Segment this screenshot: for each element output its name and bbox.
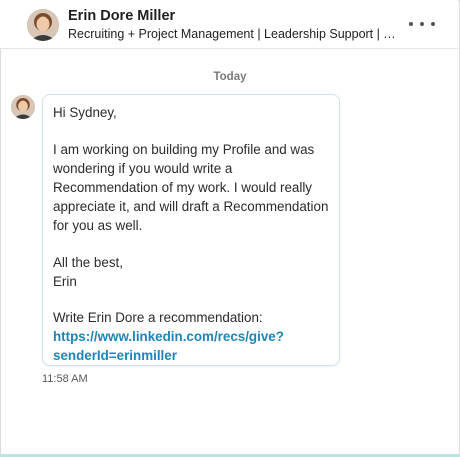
message-signoff: All the best, [53, 255, 123, 270]
contact-headline: Recruiting + Project Management | Leader… [68, 27, 398, 41]
conversation-header: Erin Dore Miller Recruiting + Project Ma… [0, 0, 458, 49]
recommendation-link[interactable]: https://www.linkedin.com/recs/give? send… [53, 327, 329, 365]
message-timestamp: 11:58 AM [42, 373, 88, 385]
message-cta-text: Write Erin Dore a recommendation: [53, 310, 263, 325]
message-greeting: Hi Sydney, [53, 105, 117, 120]
sender-avatar[interactable] [11, 95, 35, 119]
dot [409, 22, 413, 26]
contact-name[interactable]: Erin Dore Miller [68, 8, 175, 24]
more-options-icon[interactable] [409, 14, 435, 34]
message-bubble: Hi Sydney, I am working on building my P… [42, 94, 340, 366]
contact-avatar[interactable] [27, 9, 59, 41]
link-line-1[interactable]: https://www.linkedin.com/recs/give? [53, 329, 284, 344]
link-line-2[interactable]: senderId=erinmiller [53, 348, 177, 363]
dot [420, 22, 424, 26]
message-signature: Erin [53, 274, 77, 289]
message-body: I am working on building my Profile and … [53, 142, 329, 233]
date-divider: Today [213, 71, 247, 83]
dot [431, 22, 435, 26]
